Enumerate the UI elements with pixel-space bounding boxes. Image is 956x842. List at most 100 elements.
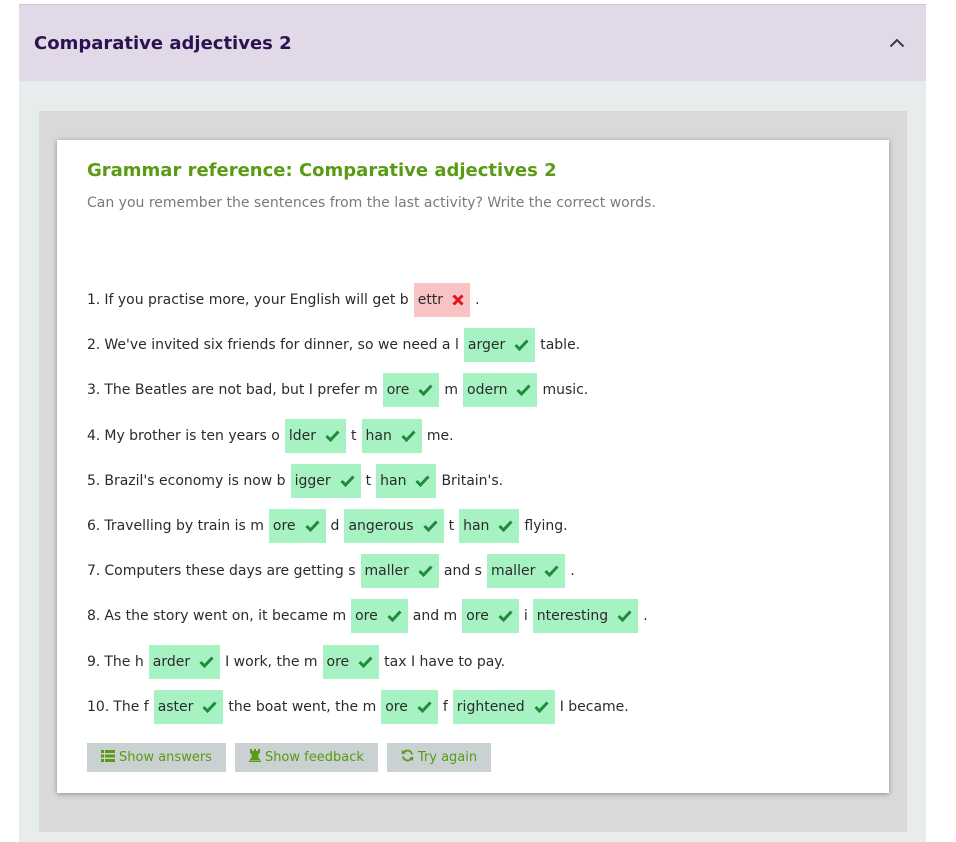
answer-gap-correct[interactable]: ore: [268, 508, 326, 543]
activity-title: Grammar reference: Comparative adjective…: [87, 160, 557, 181]
question-number: 3.: [87, 382, 101, 399]
sentence-text: I work, the m: [225, 653, 318, 670]
question-row: 1. If you practise more, your English wil…: [87, 283, 653, 317]
answer-value: ore: [355, 608, 378, 625]
answer-value: angerous: [348, 517, 414, 534]
answer-value: ore: [385, 698, 408, 715]
answer-gap-correct[interactable]: angerous: [344, 508, 444, 543]
sentence-text: If you practise more, your English will …: [104, 292, 409, 308]
show-answers-label: Show answers: [119, 750, 212, 765]
answer-gap-correct[interactable]: ore: [381, 689, 438, 724]
sentence-text: As the story went on, it became m: [104, 608, 347, 625]
check-icon: [617, 610, 632, 623]
question-row: 6. Travelling by train is m ore d angerous t h…: [87, 508, 653, 543]
answer-gap-correct[interactable]: ore: [322, 644, 380, 679]
answer-value: nteresting: [536, 608, 609, 625]
question-number: 9.: [87, 653, 101, 670]
show-feedback-button[interactable]: Show feedback: [234, 743, 378, 772]
answer-gap-correct[interactable]: ore: [462, 599, 519, 634]
sentence-text: My brother is ten years o: [104, 427, 280, 444]
answer-gap-correct[interactable]: rightened: [452, 689, 555, 724]
check-icon: [418, 384, 433, 397]
try-again-button[interactable]: Try again: [386, 743, 492, 772]
sentence-text: music.: [542, 382, 589, 399]
check-icon: [417, 701, 432, 713]
check-icon: [199, 655, 214, 668]
sentence-text: Computers these days are getting s: [104, 563, 356, 580]
answer-value: igger: [294, 472, 331, 489]
answer-value: ore: [466, 608, 489, 625]
question-row: 9. The h arder I work, the m ore tax I have t…: [87, 644, 653, 679]
sentence-text: Travelling by train is m: [104, 517, 264, 534]
answer-value: lder: [288, 427, 317, 444]
check-icon: [415, 475, 431, 487]
check-icon: [340, 475, 355, 487]
answer-gap-correct[interactable]: ore: [382, 373, 440, 408]
answer-value: ettr: [417, 292, 444, 308]
sentence-text: We've invited six friends for dinner, so…: [104, 337, 459, 354]
refresh-icon: [401, 749, 414, 766]
answer-value: han: [463, 517, 490, 534]
question-number: 4.: [87, 427, 101, 444]
chevron-up-icon[interactable]: [886, 32, 908, 54]
check-icon: [534, 701, 549, 713]
answer-gap-correct[interactable]: han: [361, 418, 422, 453]
answer-gap-correct[interactable]: aster: [153, 689, 224, 724]
try-again-label: Try again: [417, 750, 478, 765]
sentence-text: table.: [540, 337, 581, 354]
check-icon: [544, 565, 559, 578]
check-icon: [304, 520, 320, 532]
sentence-text: The f: [113, 698, 149, 715]
answer-value: ore: [272, 517, 296, 534]
question-row: 10. The f aster the boat went, the m ore f rig…: [87, 689, 653, 724]
accordion-panel: Comparative adjectives 2 Grammar referen…: [19, 4, 926, 842]
answer-gap-correct[interactable]: odern: [463, 373, 538, 408]
answer-gap-correct[interactable]: nteresting: [532, 599, 639, 634]
accordion-header[interactable]: Comparative adjectives 2: [19, 5, 926, 81]
sentence-text: .: [643, 608, 648, 625]
sentence-text: tax I have to pay.: [384, 653, 506, 670]
question-number: 7.: [87, 563, 101, 580]
sentence-text: m: [444, 382, 458, 399]
sentence-text: and s: [443, 563, 482, 580]
answer-gap-correct[interactable]: arder: [148, 644, 221, 679]
sentence-text: The Beatles are not bad, but I prefer m: [104, 382, 378, 399]
check-icon: [423, 520, 438, 532]
check-icon: [387, 610, 402, 623]
answer-gap-correct[interactable]: han: [459, 508, 520, 543]
answer-value: rightened: [456, 698, 525, 715]
answer-value: arger: [467, 337, 506, 354]
sentence-text: flying.: [524, 517, 568, 534]
answer-gap-correct[interactable]: han: [376, 463, 437, 498]
question-number: 5.: [87, 472, 101, 489]
show-answers-button[interactable]: Show answers: [87, 743, 226, 772]
sentence-text: The h: [104, 653, 144, 670]
question-number: 1.: [87, 292, 101, 308]
question-row: 5. Brazil's economy is now b igger t han Brit…: [87, 463, 653, 498]
answer-gap-correct[interactable]: maller: [360, 554, 439, 589]
show-feedback-label: Show feedback: [264, 750, 364, 765]
question-list: 1. If you practise more, your English wil…: [87, 283, 653, 735]
check-icon: [514, 339, 529, 352]
question-number: 10.: [87, 698, 110, 715]
answer-value: ore: [326, 653, 350, 670]
answer-gap-correct[interactable]: igger: [290, 463, 361, 498]
answer-gap-correct[interactable]: maller: [486, 554, 566, 589]
answer-gap-correct[interactable]: ore: [351, 599, 408, 634]
sentence-text: .: [475, 292, 480, 308]
answer-gap-wrong[interactable]: ettr: [413, 283, 471, 317]
check-icon: [325, 430, 340, 442]
question-number: 8.: [87, 608, 101, 625]
check-icon: [358, 655, 373, 668]
answer-gap-correct[interactable]: lder: [284, 418, 347, 453]
accordion-title: Comparative adjectives 2: [34, 32, 292, 54]
question-row: 8. As the story went on, it became m ore an…: [87, 599, 653, 634]
sentence-text: Brazil's economy is now b: [104, 472, 286, 489]
sentence-text: .: [570, 563, 575, 580]
check-icon: [418, 565, 433, 578]
check-icon: [516, 384, 532, 397]
answer-gap-correct[interactable]: arger: [463, 328, 536, 363]
sentence-text: me.: [426, 427, 454, 444]
answer-value: maller: [490, 563, 536, 580]
answer-value: arder: [152, 653, 191, 670]
